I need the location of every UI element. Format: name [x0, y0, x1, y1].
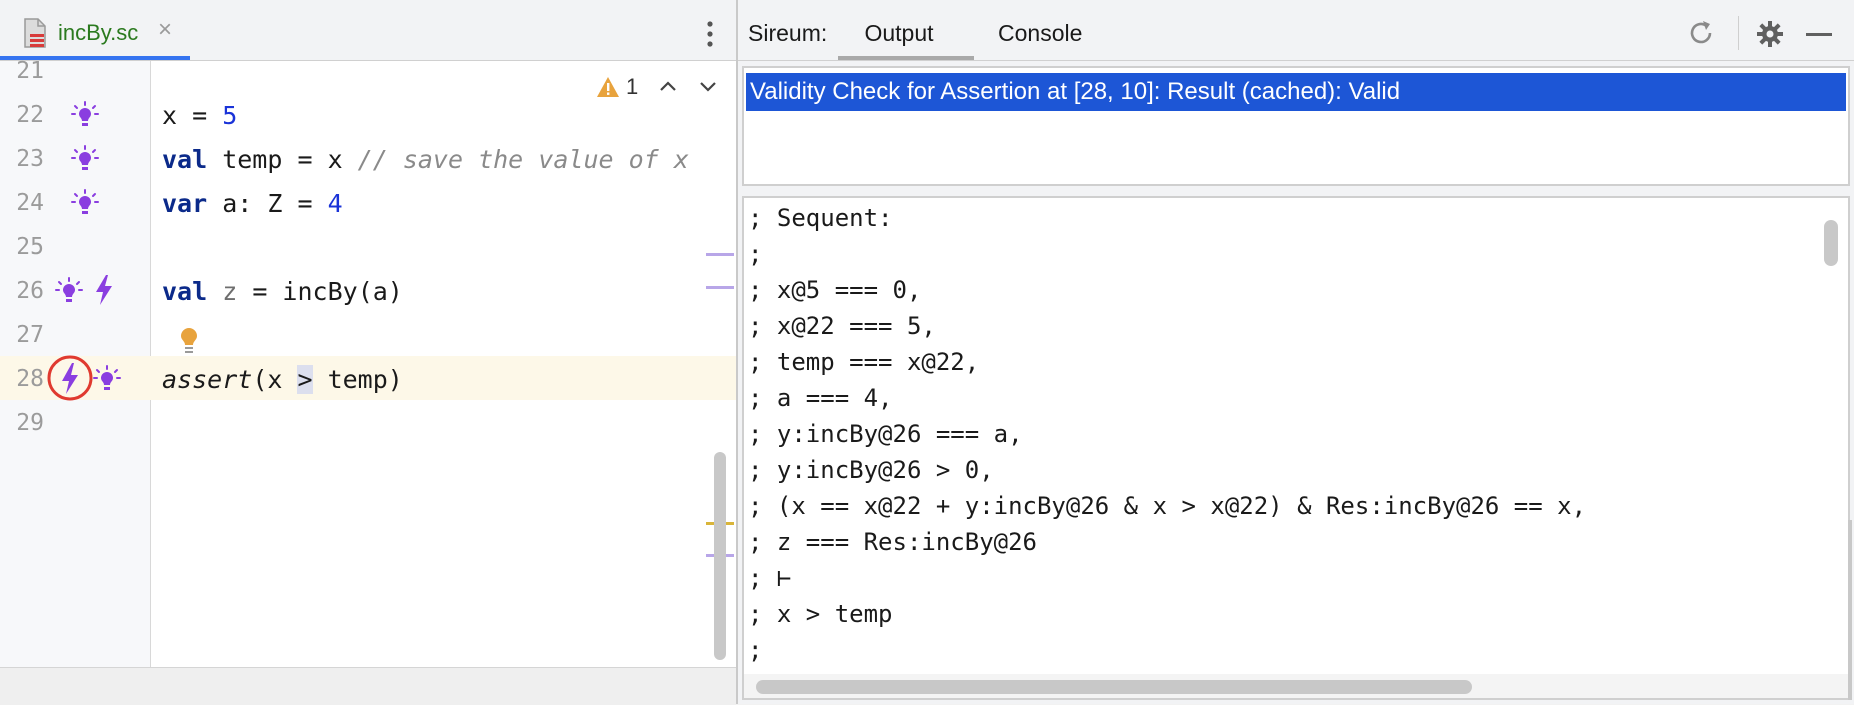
refresh-icon[interactable]: [1686, 18, 1716, 48]
detail-line: ; a === 4,: [748, 384, 893, 412]
detail-line: ;: [748, 636, 763, 664]
lightning-icon[interactable]: [94, 274, 114, 306]
bulb-icon[interactable]: [70, 144, 100, 174]
detail-line: ; y:incBy@26 === a,: [748, 420, 1023, 448]
code-keyword: val: [162, 145, 208, 174]
toolbar-separator: [1738, 16, 1739, 50]
result-item-selected[interactable]: Validity Check for Assertion at [28, 10]…: [746, 73, 1846, 111]
code-line-26: val z = incBy(a): [162, 277, 403, 306]
bulb-icon[interactable]: [70, 100, 100, 130]
code-line-22: x = 5: [162, 101, 237, 130]
tab-console[interactable]: Console: [998, 20, 1082, 47]
tool-window-header: Sireum: Output Console: [738, 0, 1854, 61]
minimize-icon[interactable]: [1806, 33, 1832, 36]
lightning-icon[interactable]: [46, 353, 96, 403]
editor-scrollbar[interactable]: [714, 452, 726, 660]
code-number: 5: [222, 101, 238, 130]
chevron-down-icon[interactable]: [698, 78, 718, 94]
inspection-widget[interactable]: 1: [594, 74, 734, 104]
sireum-tool-window: Sireum: Output Console Validity Check fo…: [738, 0, 1854, 704]
code-line-24: var a: Z = 4: [162, 189, 343, 218]
panel-edge-scrollbar[interactable]: [1848, 520, 1852, 700]
editor-pane: incBy.sc × 21 22 23 24 25 26 27 28 29 x …: [0, 0, 738, 705]
detail-line: ; ⊢: [748, 564, 792, 592]
detail-line: ; x@22 === 5,: [748, 312, 936, 340]
error-stripe-mark[interactable]: [706, 286, 734, 289]
code-text: a: Z =: [207, 189, 328, 218]
code-comment: // save the value of x: [357, 145, 689, 174]
line-number: 22: [16, 102, 44, 128]
file-icon: [24, 18, 46, 48]
tab-output[interactable]: Output: [838, 20, 960, 60]
sequent-detail[interactable]: ; Sequent: ; ; x@5 === 0, ; x@22 === 5, …: [742, 196, 1850, 700]
code-text: temp = x: [207, 145, 358, 174]
horizontal-scrollbar[interactable]: [744, 674, 1848, 698]
line-number: 28: [16, 366, 44, 392]
tab-label: incBy.sc: [58, 20, 139, 45]
vertical-scrollbar[interactable]: [1824, 220, 1838, 266]
line-number: 26: [16, 278, 44, 304]
active-tab-indicator: [838, 56, 974, 60]
editor-tab-bar: incBy.sc ×: [0, 0, 736, 61]
editor-status-strip: [0, 667, 736, 705]
gear-icon[interactable]: [1756, 20, 1784, 48]
line-number: 25: [16, 234, 44, 260]
code-text: = incBy(a): [237, 277, 403, 306]
error-stripe-mark[interactable]: [706, 253, 734, 256]
code-operator: >: [297, 365, 313, 394]
detail-line: ; Sequent:: [748, 204, 893, 232]
warning-icon: [597, 77, 619, 97]
detail-line: ; y:incBy@26 > 0,: [748, 456, 994, 484]
code-variable: z: [222, 277, 238, 306]
code-number: 4: [327, 189, 343, 218]
tool-window-title: Sireum:: [748, 20, 828, 46]
tab-incby[interactable]: incBy.sc ×: [0, 0, 190, 60]
detail-line: ; (x == x@22 + y:incBy@26 & x > x@22) & …: [748, 492, 1587, 520]
warning-count: 1: [626, 74, 639, 99]
line-number: 24: [16, 190, 44, 216]
line-number: 23: [16, 146, 44, 172]
code-text: x =: [162, 101, 223, 130]
bulb-icon[interactable]: [70, 188, 100, 218]
code-line-28: assert(x > temp): [162, 365, 403, 394]
code-function: assert: [162, 365, 253, 394]
detail-line: ; x > temp: [748, 600, 893, 628]
code-keyword: var: [162, 189, 208, 218]
bulb-icon[interactable]: [176, 324, 202, 356]
line-number: 21: [16, 58, 44, 84]
bulb-icon[interactable]: [54, 276, 84, 306]
code-keyword: val: [162, 277, 208, 306]
more-icon[interactable]: [698, 18, 722, 50]
code-text: (x: [252, 365, 298, 394]
detail-line: ;: [748, 240, 763, 268]
line-number: 29: [16, 410, 44, 436]
line-number: 27: [16, 322, 44, 348]
horizontal-scroll-thumb[interactable]: [756, 680, 1472, 694]
bulb-icon[interactable]: [92, 364, 122, 394]
detail-line: ; z === Res:incBy@26: [748, 528, 1037, 556]
code-line-23: val temp = x // save the value of x: [162, 145, 689, 174]
code-text: temp): [312, 365, 403, 394]
close-icon[interactable]: ×: [158, 16, 172, 44]
results-list[interactable]: Validity Check for Assertion at [28, 10]…: [742, 66, 1850, 186]
detail-line: ; temp === x@22,: [748, 348, 980, 376]
detail-line: ; x@5 === 0,: [748, 276, 922, 304]
chevron-up-icon[interactable]: [658, 78, 678, 94]
